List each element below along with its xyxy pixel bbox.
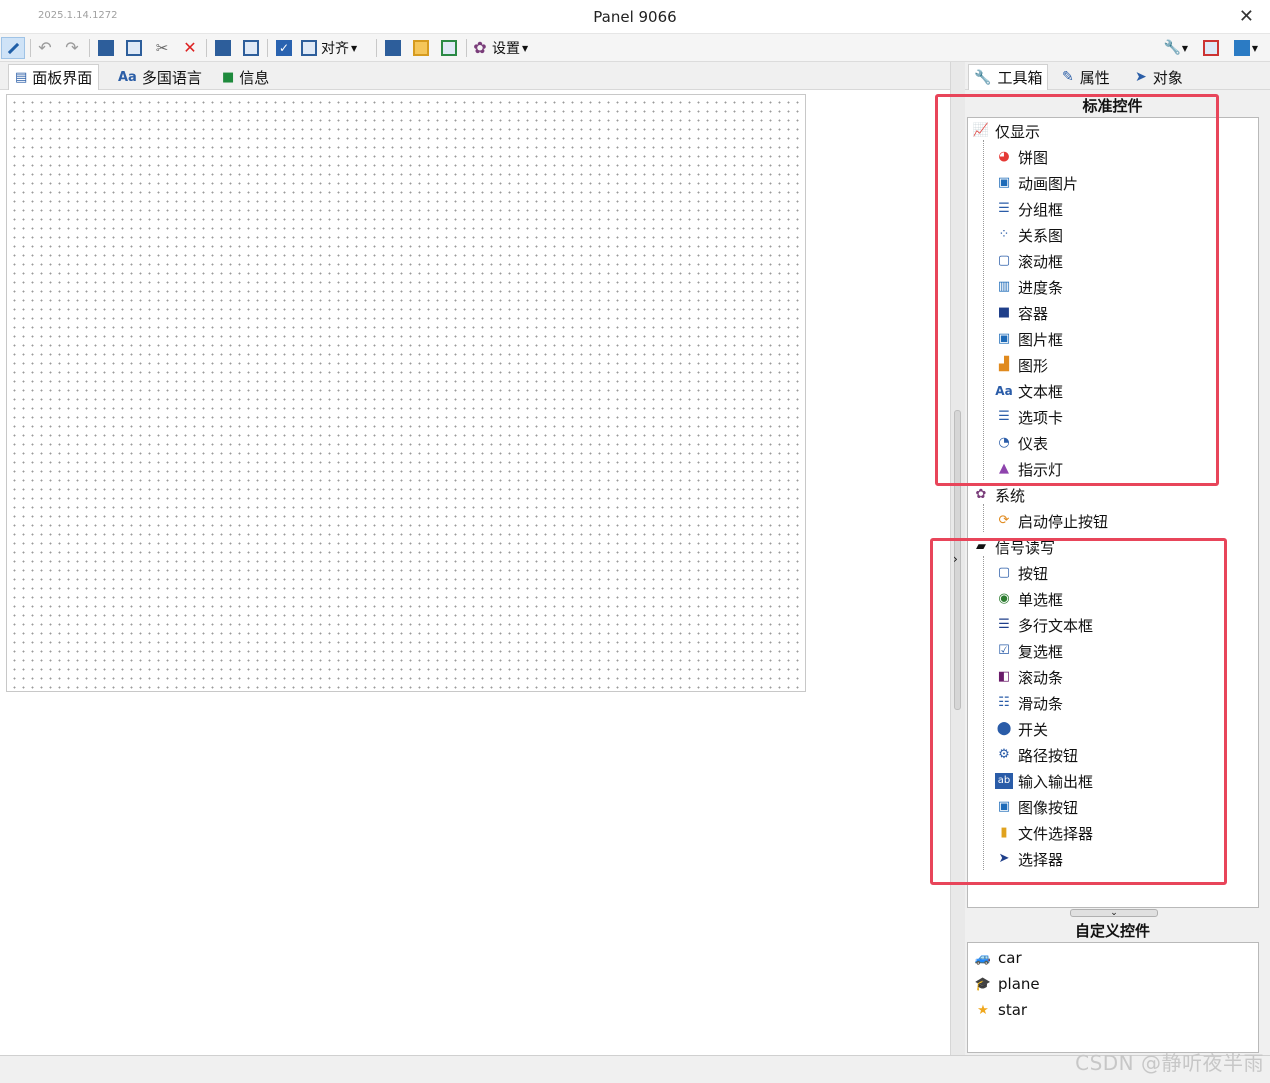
highlight-box-display-controls	[935, 94, 1219, 486]
list-item[interactable]: ★ star	[974, 1000, 1027, 1020]
wrench-icon: 🔧	[1163, 40, 1182, 56]
pointer-icon: ➤	[1135, 69, 1147, 85]
export-icon	[1233, 40, 1250, 56]
copy-icon	[98, 40, 114, 56]
start-stop-icon: ⟳	[998, 513, 1010, 528]
tab-languages[interactable]: Aa 多国语言	[112, 64, 208, 90]
add-page-icon	[385, 40, 401, 56]
chevron-down-icon: ▼	[1181, 43, 1189, 53]
custom-controls-header: 自定义控件	[1074, 922, 1150, 940]
undo-button[interactable]: ↶	[34, 37, 56, 59]
list-item-label: plane	[998, 975, 1040, 993]
tab-label: 属性	[1079, 68, 1110, 87]
section-splitter[interactable]: ⌄	[1070, 908, 1158, 918]
toolbar-separator	[89, 39, 90, 57]
new-panel-button[interactable]	[382, 37, 404, 59]
edit-icon: ✎	[1062, 69, 1074, 85]
edit-mode-button[interactable]	[1, 37, 25, 59]
paste-icon	[126, 40, 142, 56]
folder-icon	[413, 40, 429, 56]
save-button[interactable]	[438, 37, 460, 59]
panel-icon: ▤	[15, 70, 28, 85]
open-button[interactable]	[410, 37, 432, 59]
scissors-icon: ✂	[155, 39, 169, 57]
title-bar: 2025.1.14.1272 Panel 9066 ✕	[0, 0, 1270, 34]
tab-panel-interface[interactable]: ▤ 面板界面	[8, 64, 100, 90]
tab-label: 信息	[239, 68, 270, 87]
editor-tab-bar: ▤ 面板界面 Aa 多国语言 ■ 信息	[0, 62, 950, 90]
tab-toolbox[interactable]: 🔧 工具箱	[968, 64, 1049, 90]
close-panel-button[interactable]	[1200, 37, 1222, 59]
tree-line	[983, 504, 984, 532]
toolbar-separator	[206, 39, 207, 57]
tab-properties[interactable]: ✎ 属性	[1057, 64, 1115, 90]
redo-icon: ↷	[65, 38, 79, 57]
settings-label: 设置	[492, 41, 520, 57]
gear-icon: ✿	[975, 487, 987, 502]
star-icon: ★	[977, 1002, 989, 1018]
close-window-icon	[1203, 40, 1219, 56]
toolbar-separator	[376, 39, 377, 57]
export-dropdown[interactable]: ▼	[1228, 37, 1264, 59]
tab-label: 工具箱	[997, 69, 1043, 87]
align-label: 对齐	[321, 41, 349, 57]
car-icon: 🚙	[974, 950, 992, 966]
highlight-box-signal-controls	[930, 538, 1227, 885]
send-back-icon	[243, 40, 259, 56]
tab-label: 面板界面	[32, 69, 93, 87]
list-item-label: star	[998, 1001, 1028, 1019]
font-icon: Aa	[118, 69, 137, 85]
list-item-label: car	[998, 949, 1022, 967]
list-item[interactable]: 🚙 car	[974, 948, 1022, 968]
toolbar-separator	[267, 39, 268, 57]
settings-dropdown[interactable]: ✿ 设置 ▼	[472, 37, 542, 59]
tree-item[interactable]: ⟳ 启动停止按钮	[995, 511, 1108, 531]
chevron-down-icon: ▼	[1251, 43, 1259, 53]
chevron-down-icon: ▼	[351, 43, 358, 53]
select-all-button[interactable]: ✓	[273, 37, 295, 59]
tab-info[interactable]: ■ 信息	[216, 64, 275, 90]
delete-icon: ✕	[183, 38, 197, 57]
watermark: CSDN @静听夜半雨	[1075, 1051, 1264, 1075]
delete-button[interactable]: ✕	[179, 37, 201, 59]
chevron-down-icon: ⌄	[1110, 908, 1118, 918]
undo-icon: ↶	[38, 38, 52, 57]
pencil-icon	[5, 40, 21, 56]
tree-group-system[interactable]: ✿ 系统	[972, 485, 1025, 505]
align-dropdown[interactable]: 对齐 ▼	[301, 37, 371, 59]
paste-button[interactable]	[123, 37, 145, 59]
close-icon[interactable]: ✕	[1239, 6, 1254, 27]
editor-area	[0, 90, 950, 1055]
graduation-cap-icon: 🎓	[974, 976, 992, 992]
bring-front-icon	[215, 40, 231, 56]
tree-group-label: 系统	[995, 486, 1026, 505]
send-back-button[interactable]	[240, 37, 262, 59]
copy-button[interactable]	[95, 37, 117, 59]
list-item[interactable]: 🎓 plane	[974, 974, 1040, 994]
gear-icon: ✿	[473, 38, 487, 57]
window-title: Panel 9066	[593, 8, 677, 26]
tools-dropdown[interactable]: 🔧 ▼	[1158, 37, 1194, 59]
wrench-icon: 🔧	[974, 69, 992, 86]
redo-button[interactable]: ↷	[61, 37, 83, 59]
align-icon	[301, 40, 317, 56]
side-tab-bar: 🔧 工具箱 ✎ 属性 ➤ 对象	[965, 62, 1270, 90]
save-icon	[441, 40, 457, 56]
design-canvas[interactable]	[6, 94, 806, 692]
custom-controls-list: 🚙 car 🎓 plane ★ star	[967, 942, 1259, 1053]
checkbox-icon: ✓	[276, 40, 292, 56]
toolbar-separator	[466, 39, 467, 57]
cut-button[interactable]: ✂	[151, 37, 173, 59]
tab-objects[interactable]: ➤ 对象	[1130, 64, 1188, 90]
tab-label: 对象	[1152, 68, 1183, 87]
toolbar-separator	[30, 39, 31, 57]
main-toolbar: ↶ ↷ ✂ ✕ ✓ 对齐 ▼ ✿ 设置 ▼ 🔧 ▼ ▼	[0, 34, 1270, 62]
chevron-down-icon: ▼	[522, 43, 529, 53]
message-icon: ■	[222, 69, 235, 85]
tree-item-label: 启动停止按钮	[1018, 512, 1109, 531]
bring-front-button[interactable]	[212, 37, 234, 59]
tab-label: 多国语言	[141, 68, 202, 87]
